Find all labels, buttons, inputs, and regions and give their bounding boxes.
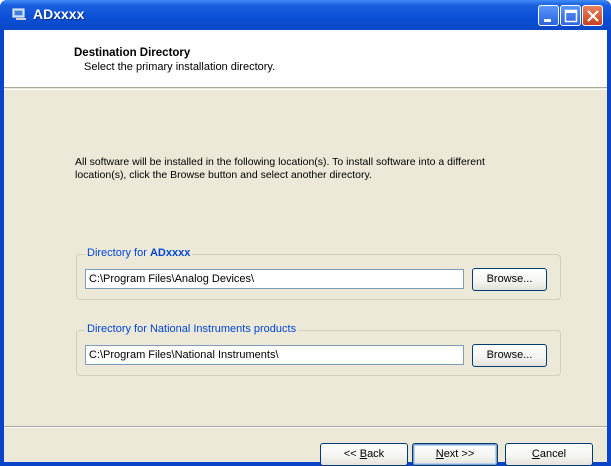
back-label: ack: [367, 448, 385, 460]
directory-field-ni[interactable]: [85, 345, 464, 365]
group-label-text: Directory for: [87, 247, 150, 259]
installer-window: ADxxxx Destination Directory Select the …: [0, 0, 611, 466]
title-bar[interactable]: ADxxxx: [0, 0, 611, 30]
group-label-product: ADxxxx: [149, 247, 191, 259]
installer-icon: [12, 8, 28, 21]
directory-field-adxxxx[interactable]: [85, 269, 464, 289]
back-accesskey: B: [359, 448, 368, 460]
next-accesskey: N: [435, 448, 444, 460]
header-divider: [4, 89, 607, 90]
page-subtitle: Select the primary installation director…: [84, 61, 276, 73]
close-button[interactable]: [582, 5, 603, 26]
group-label-text: Directory for National Instruments produ…: [87, 323, 297, 335]
page-title: Destination Directory: [74, 47, 191, 59]
cancel-accesskey: C: [531, 448, 540, 460]
maximize-icon: [564, 9, 578, 23]
directory-group-adxxxx: Directory for ADxxxx Browse...: [76, 247, 561, 300]
cancel-label: ancel: [539, 448, 567, 460]
intro-text: All software will be installed in the fo…: [75, 156, 485, 181]
dialog-body: Destination Directory Select the primary…: [4, 30, 607, 466]
next-button[interactable]: Next >>: [412, 443, 498, 466]
minimize-button[interactable]: [538, 5, 559, 26]
group-label: Directory for National Instruments produ…: [85, 323, 299, 335]
browse-button-ni[interactable]: Browse...: [472, 344, 547, 367]
footer-divider-highlight: [4, 427, 607, 428]
next-label: ext >>: [443, 448, 475, 460]
group-label: Directory for ADxxxx: [85, 247, 193, 259]
wizard-header: Destination Directory Select the primary…: [4, 30, 607, 88]
window-title: ADxxxx: [33, 6, 85, 22]
cancel-button[interactable]: Cancel: [505, 443, 593, 466]
back-arrows: <<: [343, 448, 360, 460]
browse-button-adxxxx[interactable]: Browse...: [472, 268, 547, 291]
directory-group-ni: Directory for National Instruments produ…: [76, 323, 561, 376]
minimize-icon: [544, 19, 551, 22]
back-button[interactable]: << Back: [320, 443, 408, 466]
maximize-button[interactable]: [560, 5, 581, 26]
close-icon: [587, 10, 599, 22]
